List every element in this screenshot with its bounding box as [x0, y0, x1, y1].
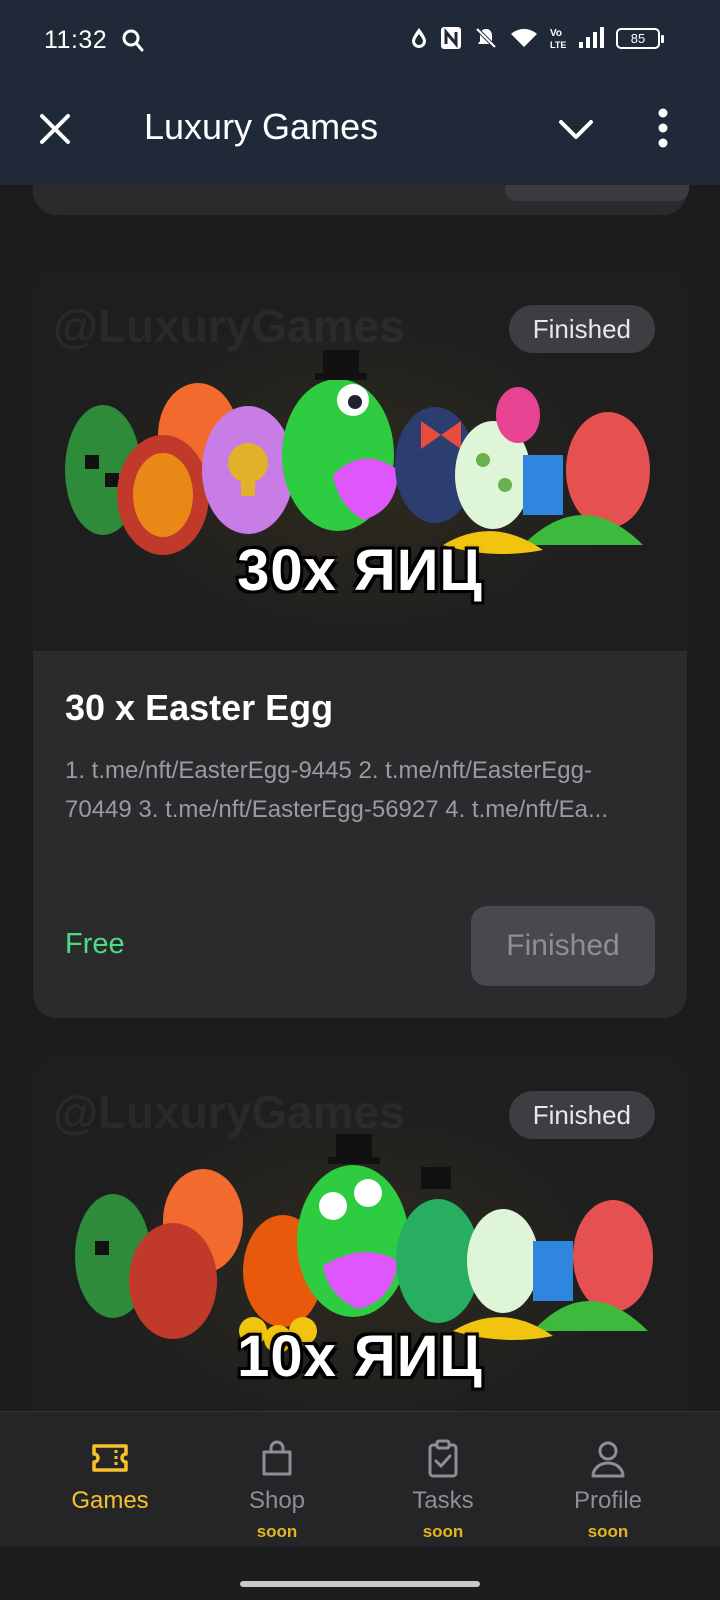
price-label: Free — [65, 928, 125, 960]
home-indicator[interactable] — [240, 1581, 480, 1587]
gesture-bar — [0, 1547, 720, 1600]
card-title: 30 x Easter Egg — [65, 687, 334, 728]
volte-icon: Vo LTE — [550, 28, 566, 50]
svg-text:LTE: LTE — [550, 40, 566, 50]
nav-item-profile[interactable]: Profile soon — [518, 1412, 698, 1548]
bottom-nav: Games Shop soon Tasks soon Profile soon — [0, 1411, 720, 1547]
nav-label: Games — [71, 1487, 149, 1514]
nav-label: Shop — [248, 1487, 306, 1514]
banner-text: 30x ЯИЦ — [237, 538, 483, 603]
wifi-icon — [511, 28, 537, 47]
status-time: 11:32 — [44, 26, 108, 54]
nav-label: Tasks — [412, 1487, 474, 1514]
battery-icon: 85 — [616, 27, 664, 49]
nav-item-games[interactable]: Games — [20, 1412, 200, 1548]
chevron-down-icon[interactable] — [556, 112, 596, 146]
game-card[interactable]: @LuxuryGames Finished — [33, 1055, 687, 1411]
nav-sublabel: soon — [256, 1522, 298, 1541]
clipboard-check-icon — [428, 1439, 458, 1478]
nav-sublabel: soon — [587, 1522, 629, 1541]
nav-label: Profile — [573, 1487, 643, 1514]
card-footer: Free Finished — [65, 906, 655, 986]
status-icons: Vo LTE 85 — [410, 26, 664, 50]
nav-sublabel: soon — [422, 1522, 464, 1541]
card-body: 30 x Easter Egg 1. t.me/nft/EasterEgg-94… — [33, 651, 687, 1018]
game-list[interactable]: @LuxuryGames Finished 30x ЯИЦ 30 x Easte… — [0, 185, 720, 1411]
shopping-bag-icon — [262, 1440, 292, 1476]
game-card[interactable]: @LuxuryGames Finished — [33, 269, 687, 1018]
user-icon — [591, 1441, 625, 1478]
mute-icon — [475, 27, 497, 49]
nav-item-shop[interactable]: Shop soon — [187, 1412, 367, 1548]
signal-icon — [579, 27, 604, 48]
close-icon[interactable] — [36, 110, 74, 148]
status-bar: 11:32 Vo LTE 85 — [0, 0, 720, 82]
banner-text: 10x ЯИЦ — [237, 1324, 483, 1389]
ticket-icon — [92, 1444, 128, 1472]
battery-level: 85 — [630, 30, 646, 46]
search-icon — [122, 29, 144, 52]
previous-card — [33, 185, 689, 215]
finished-button[interactable]: Finished — [471, 906, 655, 986]
page-title: Luxury Games — [144, 106, 379, 147]
previous-card-button[interactable] — [505, 185, 689, 201]
card-description: 1. t.me/nft/EasterEgg-9445 2. t.me/nft/E… — [65, 757, 608, 823]
more-vertical-icon[interactable] — [656, 108, 670, 148]
game-banner: @LuxuryGames Finished — [33, 1055, 687, 1411]
nfc-icon — [441, 27, 461, 49]
game-banner: @LuxuryGames Finished — [33, 269, 687, 651]
data-saver-icon — [412, 28, 426, 48]
app-header: Luxury Games — [0, 82, 720, 185]
svg-text:Vo: Vo — [550, 28, 562, 39]
nav-item-tasks[interactable]: Tasks soon — [353, 1412, 533, 1548]
